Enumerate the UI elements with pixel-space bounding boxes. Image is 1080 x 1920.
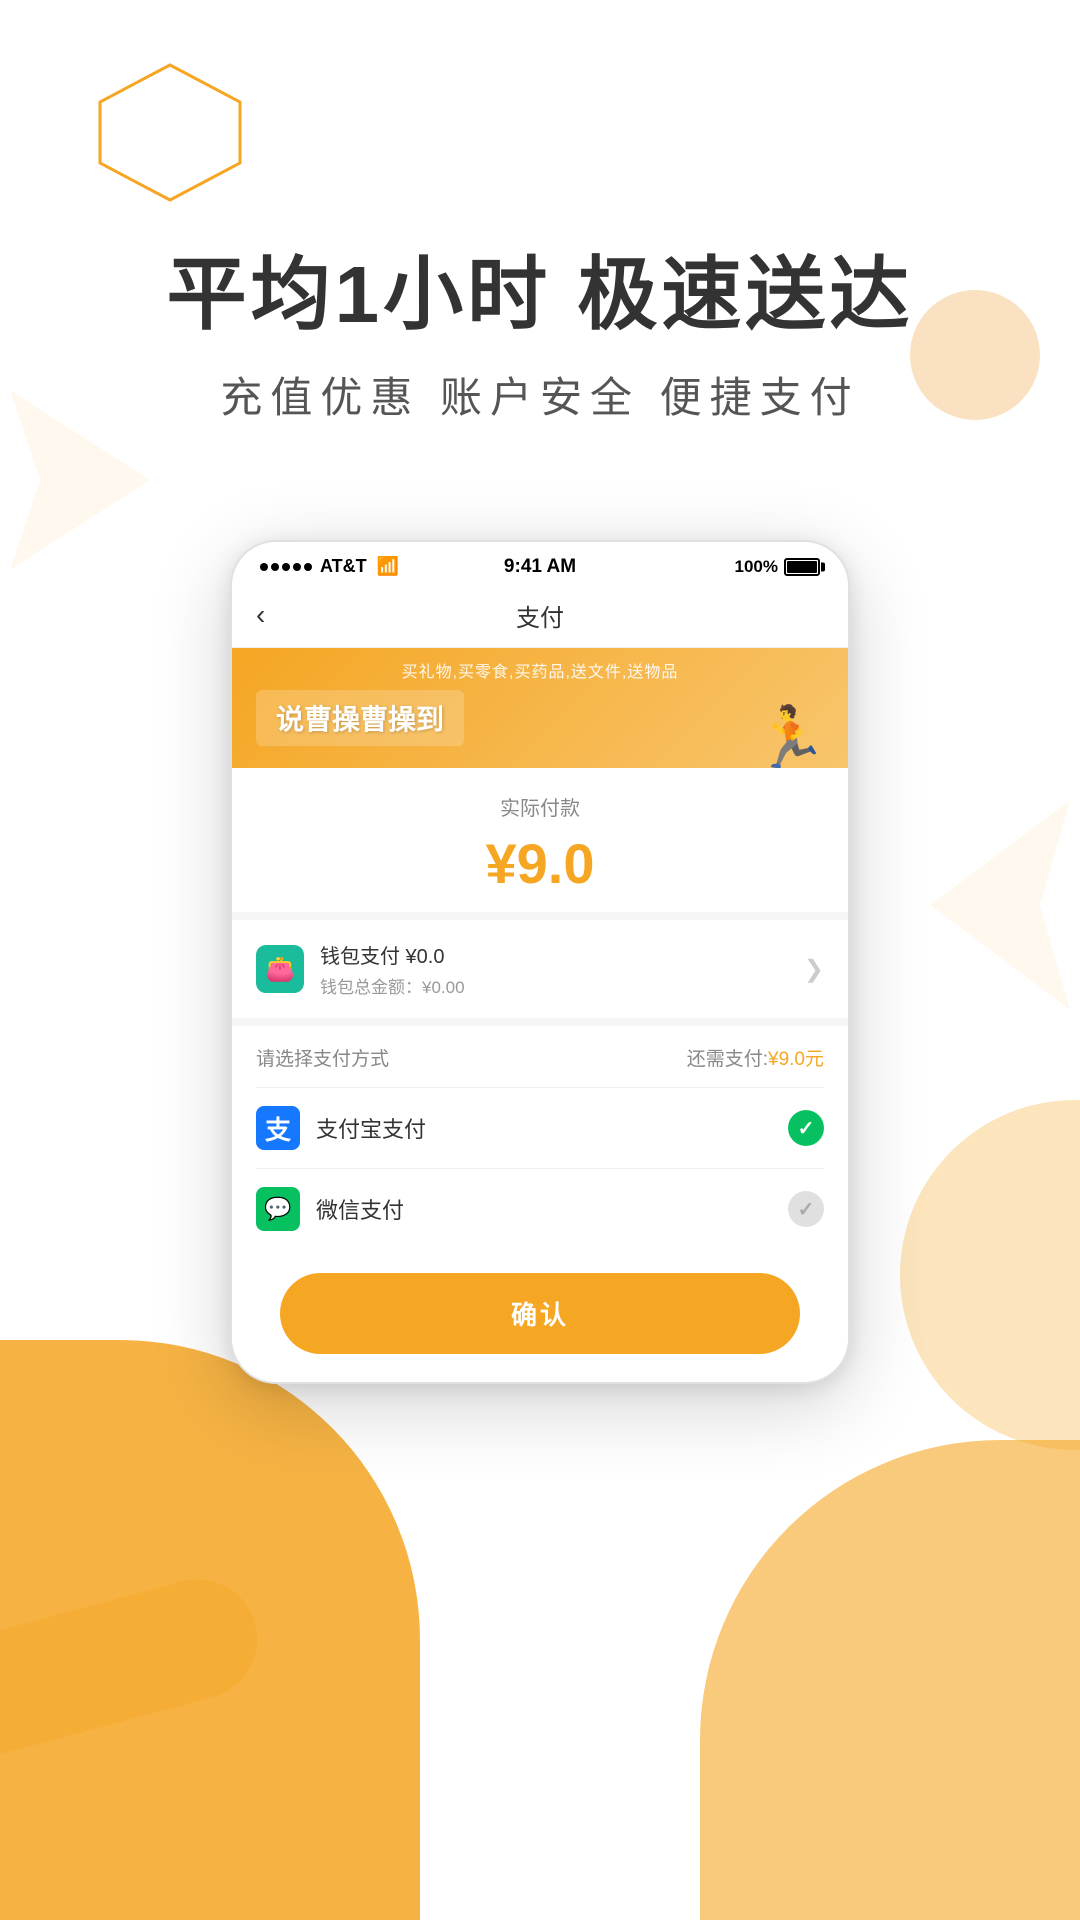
phone-frame: AT&T 📶 9:41 AM 100% ‹ 支付 买礼物,买零食,买药品,送文件… [230, 540, 850, 1384]
payment-section: 实际付款 ¥9.0 [232, 768, 848, 920]
check-mark-wechat: ✓ [798, 1197, 815, 1222]
hero-title: 平均1小时 极速送达 [0, 230, 1080, 346]
alipay-check-selected: ✓ [788, 1110, 824, 1146]
hero-section: 平均1小时 极速送达 充值优惠 账户安全 便捷支付 [0, 230, 1080, 425]
phone-wrapper: AT&T 📶 9:41 AM 100% ‹ 支付 买礼物,买零食,买药品,送文件… [230, 540, 850, 1384]
payment-amount: ¥9.0 [232, 831, 848, 896]
back-button[interactable]: ‹ [256, 599, 265, 631]
wechat-icon-inner: 💬 [264, 1196, 291, 1222]
wechat-check-unselected: ✓ [788, 1191, 824, 1227]
method-item-wechat[interactable]: 💬 微信支付 ✓ [256, 1168, 824, 1249]
banner-main-text: 说曹操曹操到 [256, 690, 464, 746]
alipay-icon: 支 [256, 1106, 300, 1150]
payment-label: 实际付款 [232, 792, 848, 821]
bottom-watermark: Whi [490, 1805, 590, 1860]
bg-hexagon [90, 60, 250, 205]
bg-arrow-right [910, 780, 1080, 1030]
method-item-alipay[interactable]: 支 支付宝支付 ✓ [256, 1087, 824, 1168]
status-right: 100% [735, 557, 820, 577]
check-mark-alipay: ✓ [798, 1116, 815, 1141]
battery-icon [784, 558, 820, 576]
payment-method-section: 请选择支付方式 还需支付:¥9.0元 支 支付宝支付 ✓ 💬 微信支付 [232, 1026, 848, 1382]
method-header: 请选择支付方式 还需支付:¥9.0元 [256, 1044, 824, 1071]
wechat-label: 微信支付 [316, 1193, 772, 1225]
banner-rider: 🏃 [753, 708, 828, 768]
wallet-section: 👛 钱包支付 ¥0.0 钱包总金额：¥0.00 ❯ [232, 920, 848, 1026]
wallet-balance: 钱包总金额：¥0.00 [320, 973, 788, 998]
method-header-right: 还需支付:¥9.0元 [687, 1044, 824, 1071]
wallet-chevron: ❯ [804, 955, 824, 984]
nav-bar: ‹ 支付 [232, 587, 848, 648]
signal-dots [260, 563, 312, 571]
alipay-label: 支付宝支付 [316, 1112, 772, 1144]
wallet-title: 钱包支付 ¥0.0 [320, 940, 788, 969]
wallet-icon-inner: 👛 [265, 955, 295, 984]
wallet-info: 钱包支付 ¥0.0 钱包总金额：¥0.00 [320, 940, 788, 998]
banner: 买礼物,买零食,买药品,送文件,送物品 说曹操曹操到 🏃 [232, 648, 848, 768]
alipay-icon-inner: 支 [265, 1110, 291, 1147]
status-time: 9:41 AM [504, 556, 576, 578]
method-header-left: 请选择支付方式 [256, 1044, 389, 1071]
status-bar: AT&T 📶 9:41 AM 100% [232, 542, 848, 587]
nav-title: 支付 [516, 598, 564, 633]
bg-circle-mid-right [900, 1100, 1080, 1450]
carrier-label: AT&T [320, 556, 367, 577]
battery-percent: 100% [735, 557, 778, 577]
status-left: AT&T 📶 [260, 556, 399, 577]
wifi-icon: 📶 [377, 556, 399, 577]
bg-shape-bottom-right [700, 1440, 1080, 1920]
hero-subtitle: 充值优惠 账户安全 便捷支付 [0, 364, 1080, 425]
wechat-icon: 💬 [256, 1187, 300, 1231]
confirm-button[interactable]: 确认 [280, 1273, 800, 1354]
wallet-icon: 👛 [256, 945, 304, 993]
banner-top-text: 买礼物,买零食,买药品,送文件,送物品 [232, 658, 848, 682]
